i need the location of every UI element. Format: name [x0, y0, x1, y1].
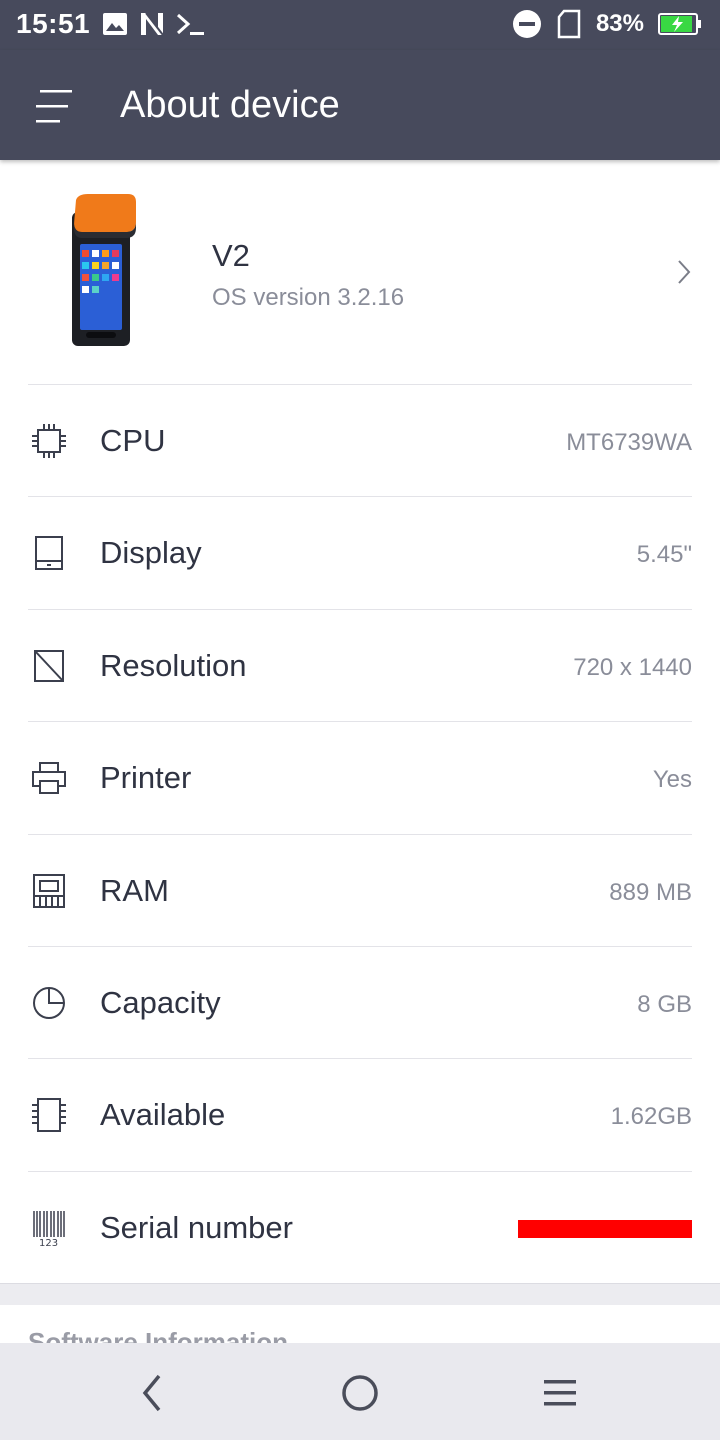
battery-percent: 83% — [595, 10, 644, 37]
spec-label: Resolution — [100, 647, 247, 683]
spec-value: 5.45" — [636, 541, 692, 569]
spec-value: 720 x 1440 — [573, 653, 692, 681]
hamburger-icon — [36, 90, 72, 123]
barcode-icon: 123 — [33, 1210, 65, 1247]
spec-row-ram: RAM 889 MB — [28, 833, 692, 946]
ram-icon — [33, 873, 65, 908]
spec-value: 889 MB — [609, 878, 692, 906]
back-button[interactable] — [124, 1365, 180, 1421]
spec-label: Printer — [100, 760, 192, 796]
home-icon — [342, 1375, 378, 1411]
spec-row-display: Display 5.45" — [28, 496, 692, 608]
device-header[interactable]: V2 OS version 3.2.16 — [0, 160, 720, 384]
spec-label: Display — [100, 535, 202, 571]
back-icon — [142, 1374, 161, 1412]
battery-charging-icon — [658, 13, 701, 35]
spec-label: Serial number — [100, 1209, 293, 1245]
navigation-bar — [0, 1343, 720, 1440]
spec-list: CPU MT6739WA Display 5.45" Resolution 72… — [0, 384, 720, 1283]
device-name: V2 — [212, 238, 250, 273]
capacity-pie-icon — [33, 986, 65, 1019]
app-bar: About device — [0, 50, 720, 160]
display-icon — [35, 536, 63, 571]
printer-icon — [32, 762, 66, 795]
spec-value: Yes — [652, 766, 692, 794]
spec-row-capacity: Capacity 8 GB — [28, 945, 692, 1058]
spec-row-cpu: CPU MT6739WA — [28, 384, 692, 496]
storage-chip-icon — [32, 1098, 66, 1133]
spec-label: CPU — [100, 423, 166, 458]
device-image — [72, 194, 136, 346]
resolution-icon — [34, 649, 64, 682]
spec-value: 1.62GB — [610, 1103, 692, 1131]
image-icon — [103, 13, 127, 35]
spec-row-resolution: Resolution 720 x 1440 — [28, 608, 692, 721]
spec-row-serial: 123 Serial number — [28, 1170, 692, 1283]
spec-row-printer: Printer Yes — [28, 721, 692, 833]
cpu-icon — [32, 424, 66, 458]
menu-lines-icon — [544, 1380, 576, 1406]
sim-icon — [557, 9, 581, 39]
page-title: About device — [120, 84, 340, 126]
spec-value: 8 GB — [637, 990, 692, 1018]
svg-text:123: 123 — [39, 1238, 58, 1247]
terminal-icon — [176, 13, 204, 35]
spec-value: MT6739WA — [566, 429, 692, 456]
home-button[interactable] — [332, 1365, 388, 1421]
status-bar: 15:51 83% — [0, 0, 720, 50]
chevron-right-icon — [678, 260, 691, 284]
dnd-icon — [512, 10, 541, 38]
status-time: 15:51 — [16, 8, 91, 39]
os-version: OS version 3.2.16 — [212, 284, 405, 311]
n-icon — [141, 12, 164, 36]
system-icons: 83% — [512, 8, 702, 40]
notification-icons — [102, 10, 206, 38]
menu-button[interactable] — [26, 78, 82, 134]
spec-label: RAM — [100, 872, 169, 908]
serial-redaction — [518, 1219, 692, 1238]
spec-row-available: Available 1.62GB — [28, 1058, 692, 1170]
spec-label: Available — [100, 1097, 226, 1133]
section-divider — [0, 1283, 720, 1305]
recents-button[interactable] — [532, 1365, 588, 1421]
spec-label: Capacity — [100, 984, 221, 1020]
